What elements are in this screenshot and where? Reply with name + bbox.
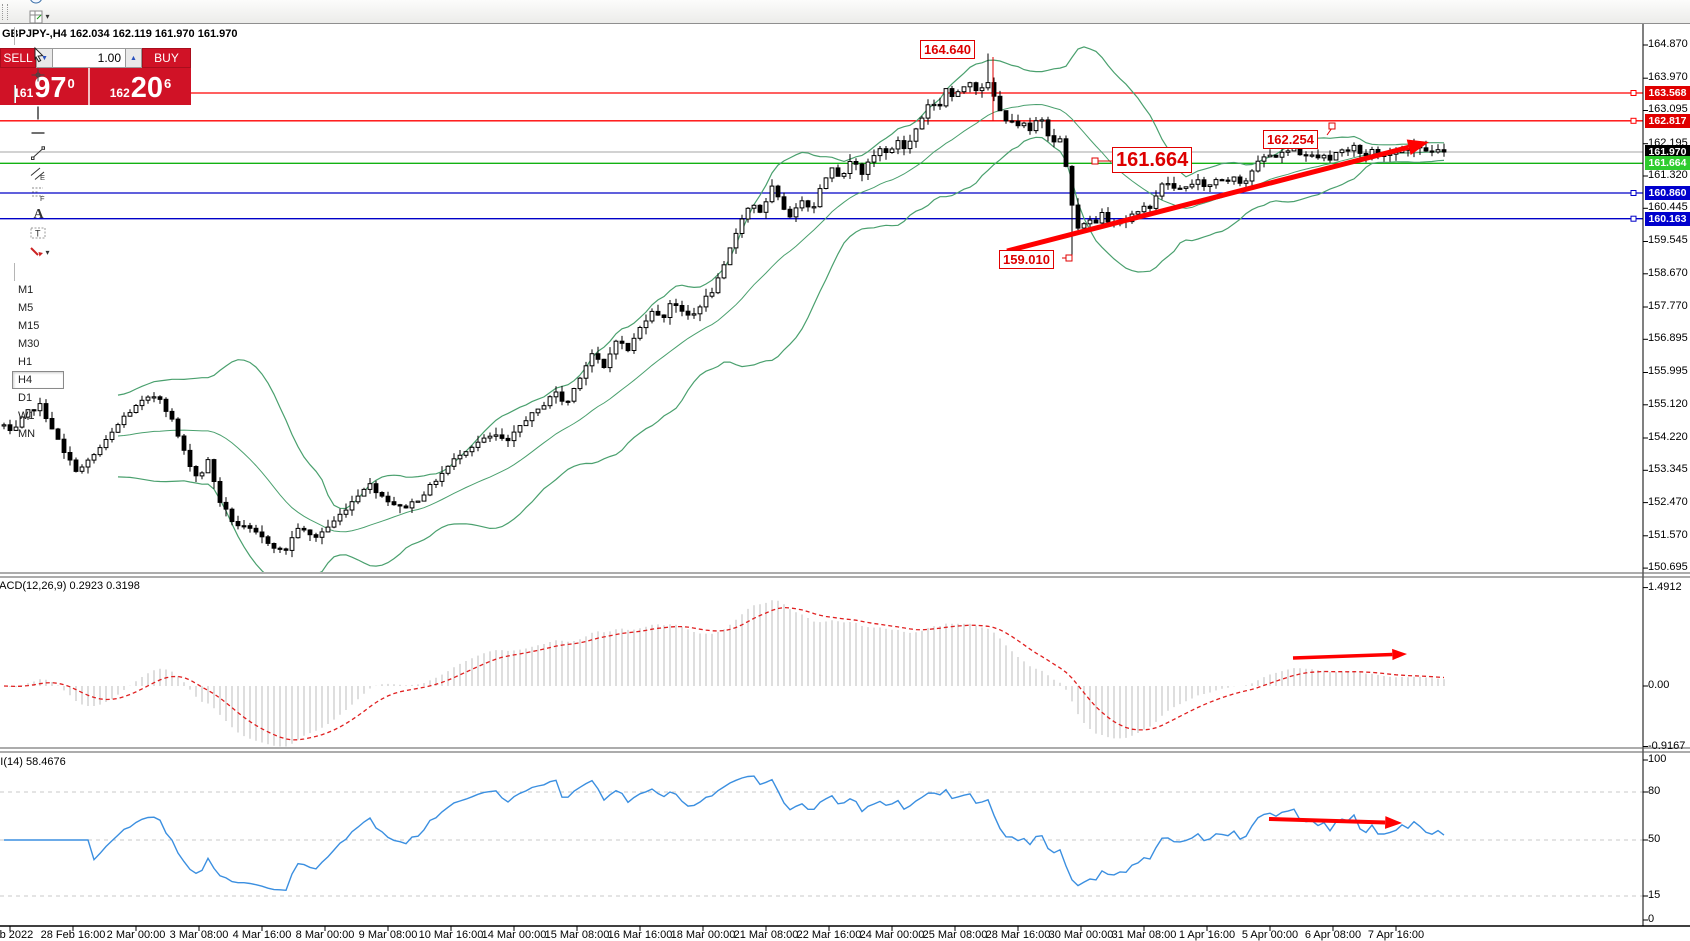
buy-price-display[interactable]: 162 20 6 [90,68,191,105]
timeframe-mn[interactable]: MN [12,425,64,443]
cursor-icon[interactable] [11,45,65,65]
toolbar-separator [14,263,15,281]
timeframe-h1[interactable]: H1 [12,353,64,371]
timeframe-d1[interactable]: D1 [12,389,64,407]
svg-text:T: T [35,228,41,238]
rsi-indicator-label: RSI(14) 58.4676 [0,756,66,768]
arrows-icon[interactable]: ▾ [11,243,65,263]
text-icon[interactable]: A [11,203,65,223]
timeframe-h4[interactable]: H4 [12,371,64,389]
svg-text:A: A [34,207,45,222]
buy-price-sup: 6 [164,76,171,91]
buy-price-big: 20 [131,74,163,103]
fibonacci-icon[interactable]: F [11,183,65,203]
toolbar-separator [14,85,15,103]
dropdown-caret-icon[interactable]: ▾ [46,12,50,21]
vertical-line-icon[interactable] [11,103,65,123]
timeframe-m30[interactable]: M30 [12,335,64,353]
toolbar-drag-handle[interactable] [2,4,8,20]
buy-price-small: 162 [110,86,130,100]
volume-increase-button[interactable]: ▲ [125,48,142,68]
timeframe-m15[interactable]: M15 [12,317,64,335]
macd-indicator-label: MACD(12,26,9) 0.2923 0.3198 [0,580,140,592]
timeframe-w1[interactable]: W1 [12,407,64,425]
timeframe-m1[interactable]: M1 [12,281,64,299]
toolbar-separator [14,27,15,45]
buy-button[interactable]: BUY [142,48,191,68]
chart-area[interactable] [0,23,1643,926]
equidistant-channel-icon[interactable]: E [11,163,65,183]
text-label-icon[interactable]: T [11,223,65,243]
main-toolbar: 新订单自动交易▾▾▾EFAT▾M1M5M15M30H1H4D1W1MN [0,0,1690,24]
timeframe-m5[interactable]: M5 [12,299,64,317]
price-axis[interactable] [1643,23,1690,926]
sell-price-sup: 0 [68,76,75,91]
trendline-icon[interactable] [11,143,65,163]
svg-text:E: E [40,173,45,182]
dropdown-caret-icon[interactable]: ▾ [46,248,50,257]
time-axis[interactable] [0,927,1643,941]
svg-text:F: F [40,194,45,202]
mt4-terminal: 新订单自动交易▾▾▾EFAT▾M1M5M15M30H1H4D1W1MN 1 GB… [0,0,1690,941]
crosshair-icon[interactable] [11,65,65,85]
dropdown-caret-icon[interactable]: ▾ [46,0,50,1]
horizontal-line-icon[interactable] [11,123,65,143]
templates-icon[interactable]: ▾ [11,7,65,27]
